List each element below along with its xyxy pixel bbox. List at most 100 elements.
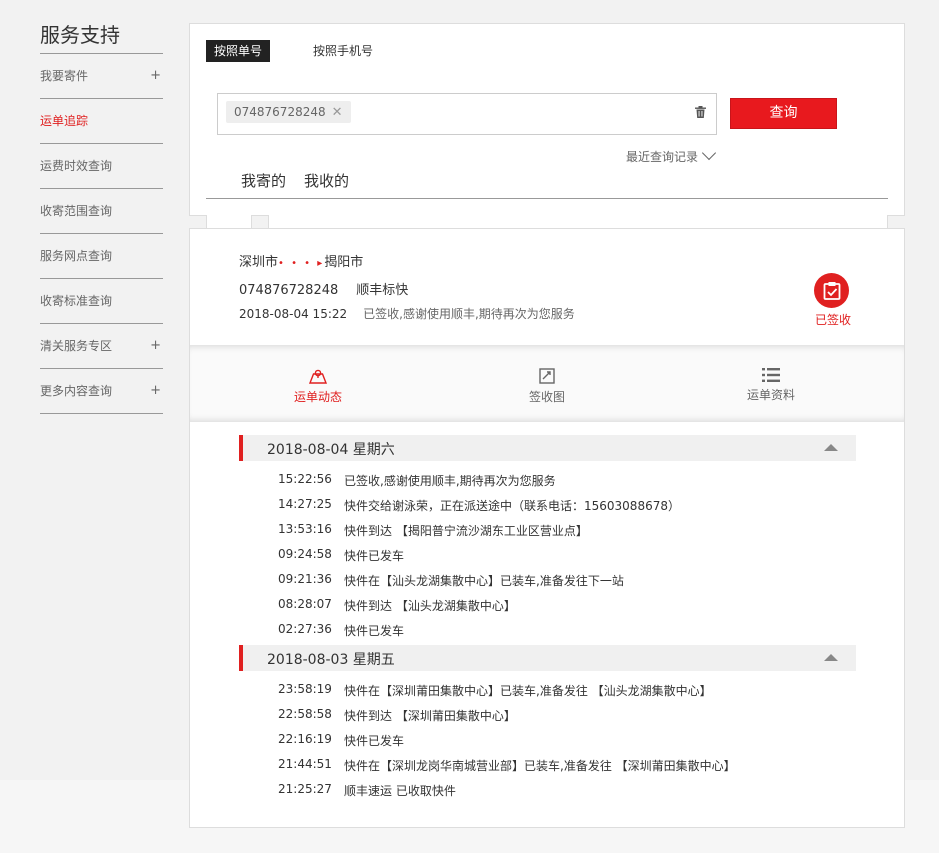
event-text: 已签收,感谢使用顺丰,期待再次为您服务 (344, 474, 556, 488)
collapse-triangle-icon[interactable] (824, 444, 838, 451)
event-text: 快件在【深圳莆田集散中心】已装车,准备发往 【汕头龙湖集散中心】 (344, 684, 712, 698)
expand-plus-icon[interactable]: + (150, 324, 161, 368)
status-badge: 已签收 (814, 313, 851, 327)
sidebar-item-outlets[interactable]: 服务网点查询 (40, 234, 163, 279)
sidebar-item-customs[interactable]: 清关服务专区 + (40, 324, 163, 369)
tracking-event: 21:44:51 快件在【深圳龙岗华南城营业部】已装车,准备发往 【深圳莆田集散中… (278, 757, 736, 774)
latest-status-message: 已签收,感谢使用顺丰,期待再次为您服务 (363, 307, 575, 321)
tracking-event: 14:27:25 快件交给谢泳荣，正在派送途中（联系电话：15603088678） (278, 497, 680, 514)
close-icon[interactable]: ✕ (332, 105, 343, 120)
event-text: 快件交给谢泳荣，正在派送途中（联系电话：15603088678） (344, 499, 680, 513)
sidebar-item-label: 服务网点查询 (40, 249, 113, 263)
sidebar-item-send[interactable]: 我要寄件 + (40, 54, 163, 99)
tab-signature[interactable]: 签收图 (529, 368, 565, 405)
route-dots: • • • ▸ (278, 258, 325, 269)
tracking-event: 08:28:07 快件到达 【汕头龙湖集散中心】 (278, 597, 516, 614)
waybill-search-input[interactable]: 074876728248 ✕ (217, 93, 717, 135)
product-type: 顺丰标快 (356, 283, 409, 298)
event-time: 23:58:19 (278, 682, 332, 696)
sidebar-item-label: 运单追踪 (40, 114, 89, 128)
trash-icon[interactable] (695, 106, 706, 122)
event-text: 快件到达 【深圳莆田集散中心】 (344, 709, 516, 723)
event-time: 14:27:25 (278, 497, 332, 511)
waybill-chip: 074876728248 ✕ (226, 101, 351, 123)
tracking-event: 09:24:58 快件已发车 (278, 547, 404, 564)
waybill-number: 074876728248 (239, 283, 339, 298)
sidebar-item-label: 收寄标准查询 (40, 294, 113, 308)
route-from: 深圳市 (239, 255, 279, 270)
event-time: 22:16:19 (278, 732, 332, 746)
sidebar-item-label: 清关服务专区 (40, 339, 113, 353)
expand-plus-icon[interactable]: + (150, 54, 161, 98)
tab-by-phone[interactable]: 按照手机号 (305, 40, 381, 62)
tab-waybill-info-label: 运单资料 (747, 388, 796, 402)
collapse-triangle-icon[interactable] (824, 654, 838, 661)
sidebar-item-standards[interactable]: 收寄标准查询 (40, 279, 163, 324)
event-text: 顺丰速运 已收取快件 (344, 784, 456, 798)
map-pin-icon (309, 369, 327, 384)
latest-status: 2018-08-04 15:22 已签收,感谢使用顺丰,期待再次为您服务 (239, 305, 575, 322)
day-header[interactable]: 2018-08-03 星期五 (239, 645, 856, 671)
event-text: 快件到达 【汕头龙湖集散中心】 (344, 599, 516, 613)
tab-received[interactable]: 我收的 (304, 167, 367, 198)
query-button[interactable]: 查询 (730, 98, 837, 129)
tracking-event: 23:58:19 快件在【深圳莆田集散中心】已装车,准备发往 【汕头龙湖集散中心】 (278, 682, 712, 699)
sidebar-item-label: 我要寄件 (40, 69, 89, 83)
event-text: 快件已发车 (344, 624, 405, 638)
event-time: 09:21:36 (278, 572, 332, 586)
route-to: 揭阳市 (324, 255, 364, 270)
tracking-event: 22:58:58 快件到达 【深圳莆田集散中心】 (278, 707, 516, 724)
event-text: 快件在【深圳龙岗华南城营业部】已装车,准备发往 【深圳莆田集散中心】 (344, 759, 736, 773)
recent-queries-label: 最近查询记录 (626, 150, 699, 164)
query-mode-tabs: 按照单号 按照手机号 (206, 40, 381, 62)
sidebar-title: 服务支持 (40, 18, 163, 54)
event-text: 快件已发车 (344, 734, 405, 748)
tracking-event: 09:21:36 快件在【汕头龙湖集散中心】已装车,准备发往下一站 (278, 572, 624, 589)
detail-tabs: 运单动态 签收图 运单资料 (190, 345, 904, 422)
event-time: 22:58:58 (278, 707, 332, 721)
tab-waybill-info[interactable]: 运单资料 (747, 368, 795, 403)
tracking-event: 13:53:16 快件到达 【揭阳普宁流沙湖东工业区营业点】 (278, 522, 588, 539)
tab-underline-deco (268, 215, 888, 229)
event-time: 21:44:51 (278, 757, 332, 771)
event-time: 02:27:36 (278, 622, 332, 636)
signed-clipboard-icon (814, 273, 849, 308)
route: 深圳市• • • ▸揭阳市 (239, 251, 363, 270)
event-time: 13:53:16 (278, 522, 332, 536)
event-text: 快件在【汕头龙湖集散中心】已装车,准备发往下一站 (344, 574, 624, 588)
direction-tabs: 我寄的 我收的 (206, 167, 888, 199)
sidebar-item-label: 运费时效查询 (40, 159, 113, 173)
tab-sent[interactable]: 我寄的 (206, 167, 304, 198)
sidebar-item-freight[interactable]: 运费时效查询 (40, 144, 163, 189)
tab-by-waybill[interactable]: 按照单号 (206, 40, 271, 62)
recent-queries-toggle[interactable]: 最近查询记录 (626, 145, 717, 165)
latest-status-time: 2018-08-04 15:22 (239, 307, 348, 321)
result-panel: 深圳市• • • ▸揭阳市 074876728248 顺丰标快 2018-08-0… (189, 228, 905, 828)
event-text: 快件已发车 (344, 549, 405, 563)
tracking-event: 22:16:19 快件已发车 (278, 732, 404, 749)
event-text: 快件到达 【揭阳普宁流沙湖东工业区营业点】 (344, 524, 588, 538)
sidebar-item-label: 更多内容查询 (40, 384, 113, 398)
waybill-info: 074876728248 顺丰标快 (239, 279, 408, 298)
tracking-event: 15:22:56 已签收,感谢使用顺丰,期待再次为您服务 (278, 472, 556, 489)
sidebar-item-tracking[interactable]: 运单追踪 (40, 99, 163, 144)
signature-image-icon (539, 368, 555, 384)
sidebar-item-more[interactable]: 更多内容查询 + (40, 369, 163, 414)
waybill-chip-text: 074876728248 (234, 105, 326, 119)
tracking-event: 21:25:27 顺丰速运 已收取快件 (278, 782, 456, 799)
tab-tracking[interactable]: 运单动态 (294, 368, 342, 405)
query-panel: 按照单号 按照手机号 074876728248 ✕ 查询 最近查询记录 我寄的 我… (189, 23, 905, 229)
tracking-event: 02:27:36 快件已发车 (278, 622, 404, 639)
event-time: 15:22:56 (278, 472, 332, 486)
expand-plus-icon[interactable]: + (150, 369, 161, 413)
event-time: 09:24:58 (278, 547, 332, 561)
tab-underline-deco (206, 215, 252, 229)
sidebar: 服务支持 我要寄件 + 运单追踪 运费时效查询 收寄范围查询 服务网点查询 收寄… (40, 18, 163, 414)
sidebar-item-coverage[interactable]: 收寄范围查询 (40, 189, 163, 234)
sidebar-item-label: 收寄范围查询 (40, 204, 113, 218)
day-header[interactable]: 2018-08-04 星期六 (239, 435, 856, 461)
list-icon (762, 368, 780, 382)
tab-signature-label: 签收图 (529, 390, 566, 404)
event-time: 21:25:27 (278, 782, 332, 796)
chevron-down-icon (701, 145, 717, 161)
